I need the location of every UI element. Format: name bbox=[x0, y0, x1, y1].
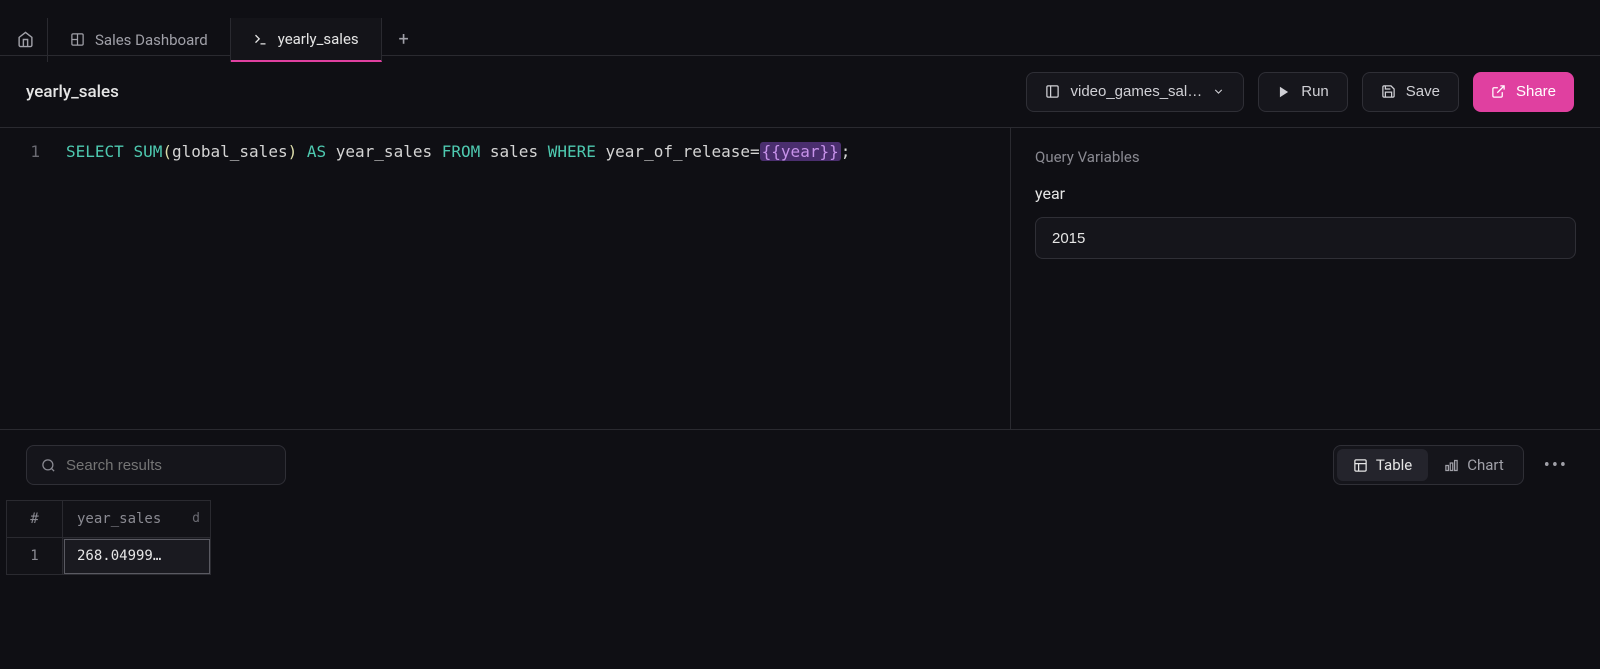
query-title: yearly_sales bbox=[26, 82, 119, 102]
line-number: 1 bbox=[20, 142, 40, 161]
play-icon bbox=[1277, 85, 1291, 99]
view-chart-label: Chart bbox=[1467, 456, 1504, 474]
view-chart-button[interactable]: Chart bbox=[1428, 449, 1520, 481]
tab-bar: Sales Dashboard yearly_sales + bbox=[0, 0, 1600, 56]
tab-label: yearly_sales bbox=[278, 30, 359, 48]
results-table: # year_sales d 1 268.04999… bbox=[0, 500, 1600, 575]
results-toolbar: Table Chart ••• bbox=[0, 430, 1600, 500]
row-index: 1 bbox=[7, 538, 63, 575]
table-row: 1 268.04999… bbox=[7, 538, 211, 575]
editor-split: 1SELECT SUM(global_sales) AS year_sales … bbox=[0, 128, 1600, 430]
column-name: year_sales bbox=[77, 511, 161, 527]
more-menu-button[interactable]: ••• bbox=[1538, 449, 1574, 482]
search-results-box[interactable] bbox=[26, 445, 286, 485]
query-toolbar: yearly_sales video_games_sal… Run Save S… bbox=[0, 56, 1600, 128]
view-table-button[interactable]: Table bbox=[1337, 449, 1428, 481]
save-label: Save bbox=[1406, 83, 1440, 100]
index-header: # bbox=[7, 501, 63, 538]
view-toggle: Table Chart ••• bbox=[1333, 445, 1574, 485]
save-button[interactable]: Save bbox=[1362, 72, 1459, 112]
cell-year-sales[interactable]: 268.04999… bbox=[63, 538, 211, 575]
table-header-row: # year_sales d bbox=[7, 501, 211, 538]
toolbar-actions: video_games_sal… Run Save Share bbox=[1026, 72, 1574, 112]
home-icon bbox=[17, 31, 34, 48]
tab-label: Sales Dashboard bbox=[95, 31, 208, 49]
table-icon bbox=[1353, 458, 1368, 473]
query-icon bbox=[253, 32, 268, 47]
database-select[interactable]: video_games_sal… bbox=[1026, 72, 1244, 112]
chevron-down-icon bbox=[1212, 85, 1225, 98]
database-label: video_games_sal… bbox=[1070, 83, 1202, 100]
run-button[interactable]: Run bbox=[1258, 72, 1348, 112]
view-segmented: Table Chart bbox=[1333, 445, 1524, 485]
search-results-input[interactable] bbox=[66, 457, 271, 474]
sql-editor[interactable]: 1SELECT SUM(global_sales) AS year_sales … bbox=[0, 128, 1010, 429]
variables-title: Query Variables bbox=[1035, 148, 1576, 166]
view-table-label: Table bbox=[1376, 456, 1412, 474]
save-icon bbox=[1381, 84, 1396, 99]
share-label: Share bbox=[1516, 83, 1556, 100]
search-icon bbox=[41, 458, 56, 473]
variable-name: year bbox=[1035, 184, 1576, 203]
share-button[interactable]: Share bbox=[1473, 72, 1574, 112]
ellipsis-icon: ••• bbox=[1544, 455, 1568, 476]
add-tab-button[interactable]: + bbox=[382, 18, 426, 62]
database-icon bbox=[1045, 84, 1060, 99]
column-header[interactable]: year_sales d bbox=[63, 501, 211, 538]
home-tab[interactable] bbox=[4, 18, 48, 62]
variable-input-year[interactable] bbox=[1035, 217, 1576, 259]
plus-icon: + bbox=[399, 29, 409, 50]
column-type: d bbox=[192, 511, 200, 526]
run-label: Run bbox=[1301, 83, 1329, 100]
share-icon bbox=[1491, 84, 1506, 99]
tab-yearly-sales[interactable]: yearly_sales bbox=[231, 18, 382, 62]
dashboard-icon bbox=[70, 32, 85, 47]
variables-pane: Query Variables year bbox=[1010, 128, 1600, 429]
tab-sales-dashboard[interactable]: Sales Dashboard bbox=[48, 18, 231, 62]
chart-icon bbox=[1444, 458, 1459, 473]
